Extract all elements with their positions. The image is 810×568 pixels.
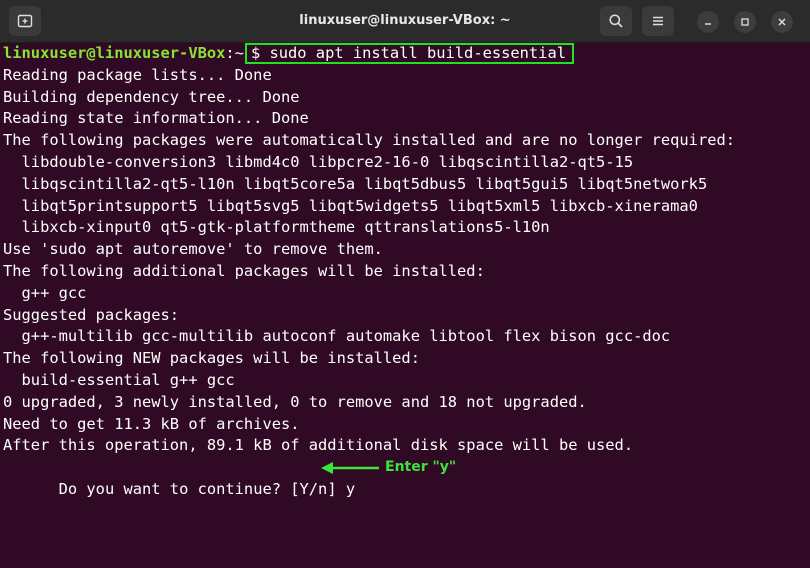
- command-highlight: $ sudo apt install build-essential: [244, 43, 574, 64]
- output-line: libdouble-conversion3 libmd4c0 libpcre2-…: [3, 152, 634, 171]
- output-line: Use 'sudo apt autoremove' to remove them…: [3, 240, 383, 259]
- output-line: 0 upgraded, 3 newly installed, 0 to remo…: [3, 392, 587, 411]
- close-button[interactable]: [771, 11, 793, 33]
- prompt-user: linuxuser@linuxuser-VBox: [3, 44, 226, 62]
- output-line: The following packages were automaticall…: [3, 131, 736, 150]
- output-line: Reading package lists... Done: [3, 65, 272, 84]
- output-line: build-essential g++ gcc: [3, 370, 235, 389]
- maximize-button[interactable]: [734, 11, 756, 33]
- output-line: Building dependency tree... Done: [3, 87, 300, 106]
- minimize-icon: [705, 23, 711, 25]
- arrow-left-icon: [321, 462, 379, 475]
- search-button[interactable]: [600, 6, 632, 36]
- output-line: g++ gcc: [3, 283, 87, 302]
- output-line: Suggested packages:: [3, 305, 180, 324]
- terminal-output[interactable]: linuxuser@linuxuser-VBox:~ $ sudo apt ins…: [3, 43, 810, 568]
- output-line: libqt5printsupport5 libqt5svg5 libqt5wid…: [3, 196, 698, 215]
- minimize-button[interactable]: [697, 11, 719, 33]
- output-line: Reading state information... Done: [3, 109, 309, 128]
- confirm-prompt: Do you want to continue? [Y/n] y: [58, 479, 356, 498]
- output-line: After this operation, 89.1 kB of additio…: [3, 436, 634, 455]
- output-line: g++-multilib gcc-multilib autoconf autom…: [3, 327, 671, 346]
- title-bar: linuxuser@linuxuser-VBox: ~: [0, 0, 810, 43]
- menu-icon: [653, 16, 663, 26]
- output-line: libxcb-xinput0 qt5-gtk-platformtheme qtt…: [3, 218, 550, 237]
- prompt-separator: :~: [225, 44, 244, 62]
- confirm-line: Do you want to continue? [Y/n] y Enter "…: [3, 457, 810, 498]
- output-line: The following additional packages will b…: [3, 261, 485, 280]
- annotation-text: Enter "y": [385, 459, 457, 476]
- menu-button[interactable]: [642, 6, 674, 36]
- search-icon: [609, 14, 623, 28]
- output-line: Need to get 11.3 kB of archives.: [3, 414, 300, 433]
- annotation: Enter "y": [321, 457, 456, 479]
- maximize-icon: [741, 18, 749, 26]
- terminal-window: linuxuser@linuxuser-VBox: ~ linuxuser@li…: [0, 0, 810, 568]
- close-icon: [778, 18, 786, 26]
- output-line: libqscintilla2-qt5-l10n libqt5core5a lib…: [3, 174, 708, 193]
- output-line: The following NEW packages will be insta…: [3, 349, 420, 368]
- prompt-line: linuxuser@linuxuser-VBox:~ $ sudo apt ins…: [3, 43, 810, 65]
- window-title: linuxuser@linuxuser-VBox: ~: [299, 13, 511, 28]
